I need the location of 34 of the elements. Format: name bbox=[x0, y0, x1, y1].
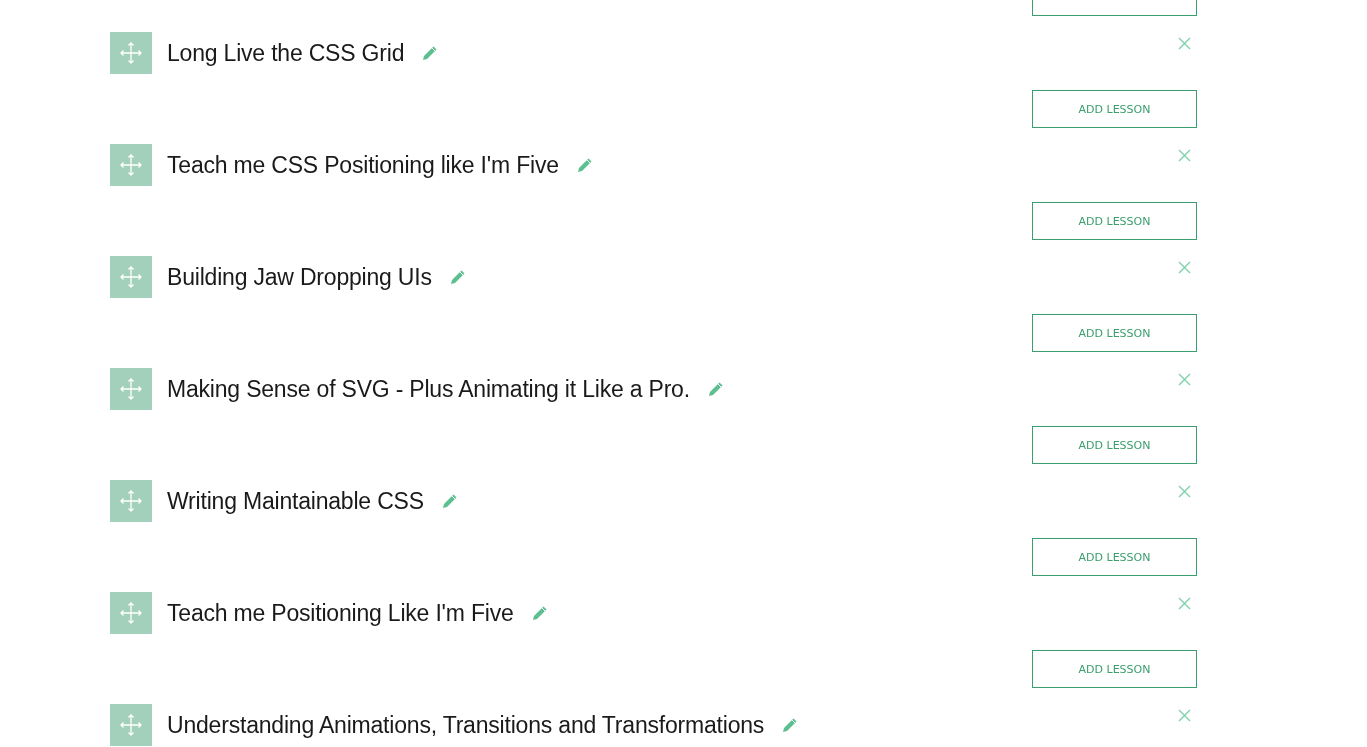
pencil-icon[interactable] bbox=[531, 605, 548, 621]
drag-handle-icon[interactable] bbox=[110, 368, 152, 410]
close-icon[interactable] bbox=[1178, 373, 1191, 386]
close-icon[interactable] bbox=[1178, 149, 1191, 162]
close-icon[interactable] bbox=[1178, 597, 1191, 610]
module-title: Understanding Animations, Transitions and Transformations bbox=[167, 711, 765, 739]
drag-handle-icon[interactable] bbox=[110, 144, 152, 186]
close-icon[interactable] bbox=[1178, 709, 1191, 722]
add-lesson-button[interactable]: ADD LESSON bbox=[1032, 538, 1197, 576]
pencil-icon[interactable] bbox=[441, 493, 458, 509]
module-title: Teach me CSS Positioning like I'm Five bbox=[167, 151, 559, 179]
pencil-icon[interactable] bbox=[576, 157, 593, 173]
add-lesson-button[interactable]: ADD LESSON bbox=[1032, 650, 1197, 688]
close-icon[interactable] bbox=[1178, 261, 1191, 274]
pencil-icon[interactable] bbox=[707, 381, 724, 397]
pencil-icon[interactable] bbox=[782, 717, 799, 733]
add-lesson-button[interactable]: ADD LESSON bbox=[1032, 426, 1197, 464]
close-icon[interactable] bbox=[1178, 485, 1191, 498]
module-title: Making Sense of SVG - Plus Animating it Like a Pro. bbox=[167, 375, 690, 403]
drag-handle-icon[interactable] bbox=[110, 592, 152, 634]
add-lesson-button[interactable]: ADD LESSON bbox=[1032, 90, 1197, 128]
drag-handle-icon[interactable] bbox=[110, 32, 152, 74]
module-title: Building Jaw Dropping UIs bbox=[167, 263, 432, 291]
add-lesson-button[interactable]: ADD LESSON bbox=[1032, 314, 1197, 352]
pencil-icon[interactable] bbox=[422, 45, 439, 61]
pencil-icon[interactable] bbox=[449, 269, 466, 285]
drag-handle-icon[interactable] bbox=[110, 256, 152, 298]
module-title: Teach me Positioning Like I'm Five bbox=[167, 599, 514, 627]
module-title: Long Live the CSS Grid bbox=[167, 39, 405, 67]
close-icon[interactable] bbox=[1178, 37, 1191, 50]
drag-handle-icon[interactable] bbox=[110, 480, 152, 522]
drag-handle-icon[interactable] bbox=[110, 704, 152, 746]
module-title: Writing Maintainable CSS bbox=[167, 487, 424, 515]
add-lesson-button[interactable]: ADD LESSON bbox=[1032, 202, 1197, 240]
